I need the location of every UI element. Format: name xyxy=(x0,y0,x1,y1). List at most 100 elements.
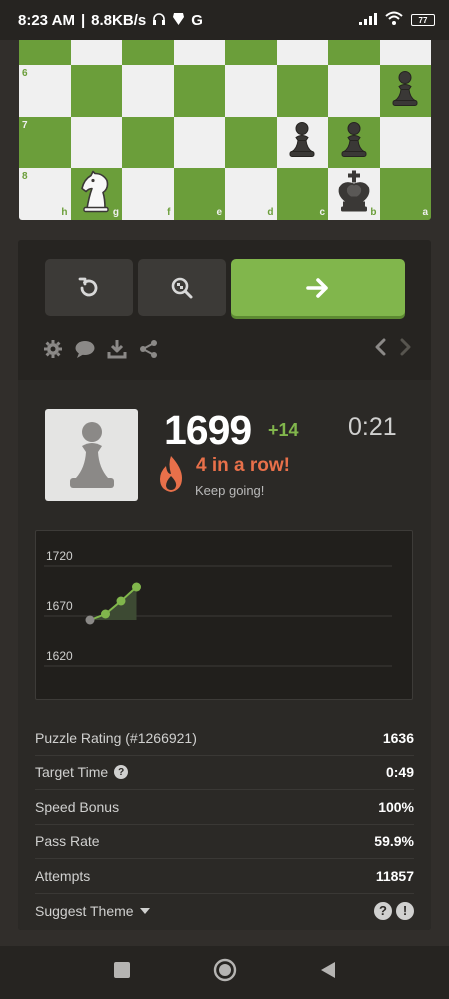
chart-data-point[interactable] xyxy=(116,596,126,606)
rank-label: 6 xyxy=(22,67,28,79)
rating-delta: +14 xyxy=(268,420,299,440)
rating-chart: 1720 1670 1620 xyxy=(35,530,413,700)
square-e6[interactable] xyxy=(173,64,225,117)
chart-data-point[interactable] xyxy=(132,582,141,592)
file-label: h xyxy=(61,207,68,218)
stats-table: Puzzle Rating (#1266921) 1636 Target Tim… xyxy=(35,721,414,928)
stat-label: Speed Bonus xyxy=(35,798,120,815)
recent-apps-icon[interactable] xyxy=(113,961,131,984)
square-g7[interactable] xyxy=(70,116,122,169)
stat-row-puzzle-rating: Puzzle Rating (#1266921) 1636 xyxy=(35,721,414,756)
square-c7[interactable] xyxy=(276,116,328,169)
black-pawn-icon[interactable] xyxy=(288,121,316,164)
stat-row-attempts: Attempts 11857 xyxy=(35,859,414,894)
signal-icon xyxy=(359,12,377,29)
share-icon[interactable] xyxy=(138,338,160,360)
encouragement-text: Keep going! xyxy=(195,483,265,498)
pawn-avatar-icon xyxy=(69,422,114,488)
theme-actions: ? ! xyxy=(374,901,414,920)
flame-icon xyxy=(156,454,186,499)
chess-board[interactable]: 678hgfedcba xyxy=(19,40,431,220)
puzzle-rating: 1699 xyxy=(164,407,252,453)
stat-label: Pass Rate xyxy=(35,833,100,850)
square-f7[interactable] xyxy=(122,116,174,169)
stat-value: 59.9% xyxy=(374,833,414,850)
square-e5[interactable] xyxy=(173,40,225,65)
stat-row-target-time: Target Time ? 0:49 xyxy=(35,756,414,790)
square-e7[interactable] xyxy=(173,116,225,169)
square-e8[interactable]: e xyxy=(173,168,225,220)
stat-row-suggest-theme[interactable]: Suggest Theme ? ! xyxy=(35,894,414,929)
square-h7[interactable]: 7 xyxy=(19,116,71,169)
black-pawn-icon[interactable] xyxy=(340,121,368,164)
stat-label: Attempts xyxy=(35,867,91,884)
battery-icon: 77 xyxy=(411,14,435,26)
square-b6[interactable] xyxy=(328,64,380,117)
square-b8[interactable]: b xyxy=(328,168,380,220)
square-d8[interactable]: d xyxy=(225,168,277,220)
square-f8[interactable]: f xyxy=(122,168,174,220)
chevron-right-icon[interactable] xyxy=(400,338,412,361)
chart-data-point[interactable] xyxy=(101,609,110,619)
caret-down-icon xyxy=(139,907,150,914)
square-f5[interactable] xyxy=(122,40,174,65)
question-icon[interactable]: ? xyxy=(374,901,392,920)
square-a6[interactable] xyxy=(379,64,431,117)
next-puzzle-button[interactable] xyxy=(231,259,405,316)
analysis-button[interactable] xyxy=(138,259,226,316)
android-nav-bar xyxy=(0,946,449,999)
chart-area xyxy=(90,587,137,620)
square-h6[interactable]: 6 xyxy=(19,64,71,117)
square-f6[interactable] xyxy=(122,64,174,117)
board-grid[interactable]: 678hgfedcba xyxy=(19,40,431,220)
file-label: c xyxy=(319,207,325,218)
network-speed: 8.8KB/s xyxy=(91,11,147,29)
square-b7[interactable] xyxy=(328,116,380,169)
square-c6[interactable] xyxy=(276,64,328,117)
home-icon[interactable] xyxy=(213,958,237,987)
rank-label: 8 xyxy=(22,171,28,183)
chevron-left-icon[interactable] xyxy=(374,338,386,361)
download-icon[interactable] xyxy=(106,338,128,360)
puzzle-panel: 1699 +14 0:21 4 in a row! Keep going! 17… xyxy=(18,240,431,930)
square-b5[interactable] xyxy=(328,40,380,65)
streak-text: 4 in a row! xyxy=(196,455,290,476)
file-label: a xyxy=(422,207,428,218)
alert-icon[interactable]: ! xyxy=(396,901,414,920)
square-g8[interactable]: g xyxy=(70,168,122,220)
puzzle-controls xyxy=(45,259,405,316)
toolbar xyxy=(42,337,412,361)
retry-icon xyxy=(78,277,98,296)
square-h5[interactable] xyxy=(19,40,71,65)
white-knight-icon[interactable] xyxy=(77,170,115,218)
status-bar: 8:23 AM | 8.8KB/s G 77 xyxy=(0,0,449,40)
black-king-icon[interactable] xyxy=(335,170,373,219)
rating-chart-svg: 1720 1670 1620 xyxy=(44,549,392,667)
square-c5[interactable] xyxy=(276,40,328,65)
square-g6[interactable] xyxy=(70,64,122,117)
solve-timer: 0:21 xyxy=(348,413,397,441)
square-a7[interactable] xyxy=(379,116,431,169)
stat-label: Target Time xyxy=(35,764,109,781)
square-h8[interactable]: 8h xyxy=(19,168,71,220)
square-a5[interactable] xyxy=(379,40,431,65)
chat-icon[interactable] xyxy=(74,338,96,360)
back-icon[interactable] xyxy=(319,960,337,985)
retry-button[interactable] xyxy=(45,259,133,316)
square-g5[interactable] xyxy=(70,40,122,65)
square-d6[interactable] xyxy=(225,64,277,117)
square-d5[interactable] xyxy=(225,40,277,65)
analysis-icon xyxy=(171,277,193,298)
gear-icon[interactable] xyxy=(42,338,64,360)
suggest-theme-label: Suggest Theme xyxy=(35,902,134,919)
black-pawn-icon[interactable] xyxy=(391,69,419,112)
square-a8[interactable]: a xyxy=(379,168,431,220)
square-d7[interactable] xyxy=(225,116,277,169)
help-icon[interactable]: ? xyxy=(114,765,129,780)
suggest-theme-dropdown[interactable]: Suggest Theme xyxy=(35,903,150,919)
chart-data-point[interactable] xyxy=(85,615,95,625)
file-label: e xyxy=(216,207,222,218)
square-c8[interactable]: c xyxy=(276,168,328,220)
arrow-right-icon xyxy=(306,277,328,298)
stat-value: 11857 xyxy=(375,867,414,884)
